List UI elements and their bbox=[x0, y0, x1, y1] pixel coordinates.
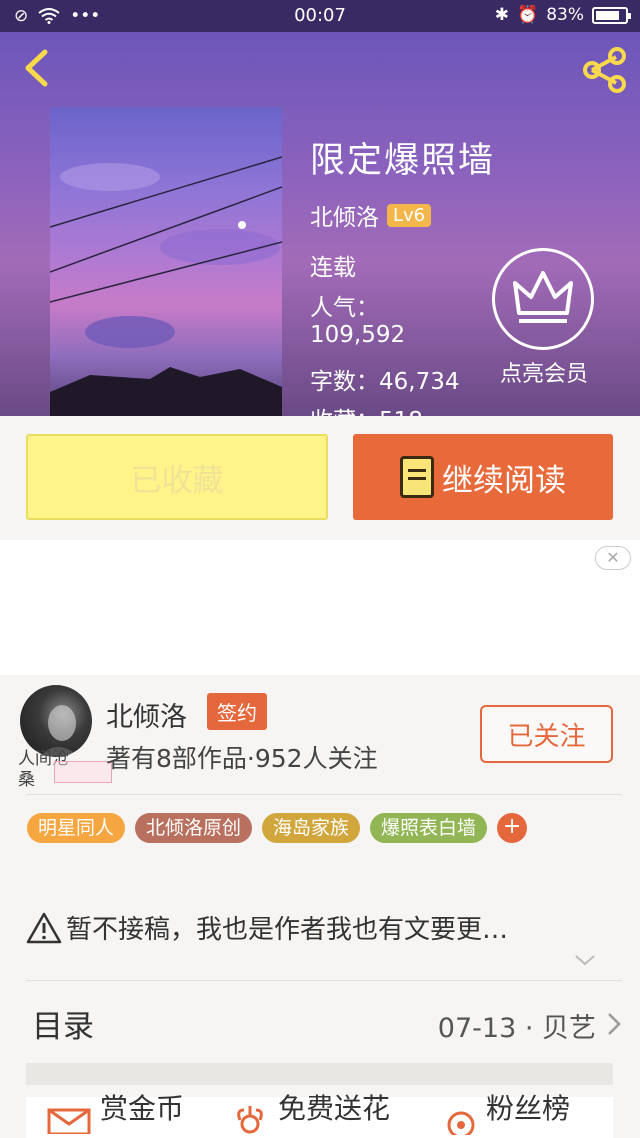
vip-label: 点亮会员 bbox=[499, 362, 588, 387]
tag-item[interactable]: 北倾洛原创 bbox=[135, 813, 253, 843]
toc-title: 目录 bbox=[32, 1009, 94, 1045]
avatar-sticker bbox=[54, 761, 112, 783]
level-badge: Lv6 bbox=[387, 203, 432, 227]
vip-button[interactable]: 点亮会员 bbox=[492, 248, 596, 388]
fans-label: 粉丝榜 bbox=[486, 1092, 571, 1125]
tag-item[interactable]: 爆照表白墙 bbox=[370, 813, 488, 843]
back-arrow-icon[interactable] bbox=[18, 48, 58, 88]
section-separator bbox=[26, 1063, 613, 1085]
action-bar: 赏金币 免费送花 粉丝榜 bbox=[26, 1092, 613, 1138]
warning-icon bbox=[26, 912, 62, 943]
crown-icon bbox=[492, 248, 594, 350]
status-bar: ⊘ ••• 00:07 ✱ ⏰ 83% bbox=[0, 0, 640, 32]
continue-reading-label: 继续阅读 bbox=[442, 462, 566, 499]
author-name[interactable]: 北倾洛 bbox=[106, 695, 187, 734]
book-cover[interactable] bbox=[50, 107, 282, 416]
flower-icon bbox=[237, 1106, 263, 1134]
popularity-value: 109,592 bbox=[310, 322, 406, 348]
tag-item[interactable]: 海岛家族 bbox=[262, 813, 361, 843]
battery-icon bbox=[592, 6, 631, 24]
ad-close-button[interactable]: ✕ bbox=[595, 546, 631, 570]
signed-badge: 签约 bbox=[207, 693, 267, 730]
tag-list: 明星同人 北倾洛原创 海岛家族 爆照表白墙 + bbox=[27, 813, 528, 843]
book-icon bbox=[400, 456, 434, 498]
reward-label: 赏金币 bbox=[100, 1092, 185, 1125]
book-author-row: 北倾洛 Lv6 bbox=[310, 198, 432, 232]
book-title: 限定爆照墙 bbox=[310, 141, 496, 181]
continue-reading-button[interactable]: 继续阅读 bbox=[353, 434, 613, 520]
add-tag-button[interactable]: + bbox=[497, 813, 528, 843]
flower-label: 免费送花 bbox=[278, 1092, 391, 1125]
author-stats: 著有8部作品·952人关注 bbox=[106, 744, 378, 773]
book-status: 连载 bbox=[310, 255, 356, 281]
ad-banner[interactable]: ✕ bbox=[0, 540, 640, 675]
follow-button[interactable]: 已关注 bbox=[480, 705, 613, 763]
popularity-label: 人气： bbox=[310, 295, 379, 321]
collected-button[interactable]: 已收藏 bbox=[26, 434, 328, 520]
divider bbox=[26, 794, 622, 795]
envelope-icon bbox=[47, 1108, 91, 1134]
notice-text: 暂不接稿，我也是作者我也有文要更… bbox=[66, 915, 509, 945]
status-icons-right: ✱ ⏰ 83% bbox=[494, 5, 631, 25]
toc-latest-chapter: 07-13 · 贝艺 bbox=[437, 1013, 596, 1044]
reward-coins-button[interactable]: 赏金币 bbox=[46, 1092, 184, 1137]
share-icon[interactable] bbox=[580, 46, 628, 94]
chevron-down-icon[interactable] bbox=[573, 953, 597, 967]
battery-percent: 83% bbox=[546, 5, 584, 25]
alarm-icon: ⏰ bbox=[517, 5, 539, 25]
word-count: 字数：46,734 bbox=[310, 369, 460, 395]
favorites-count: 收藏：518 bbox=[310, 401, 423, 416]
fans-ranking-button[interactable]: 粉丝榜 bbox=[444, 1092, 570, 1137]
table-of-contents-row[interactable]: 目录 07-13 · 贝艺 bbox=[26, 981, 622, 1061]
chevron-right-icon bbox=[608, 1013, 621, 1035]
location-pin-icon bbox=[447, 1111, 475, 1135]
bluetooth-icon: ✱ bbox=[494, 5, 510, 25]
author-notice[interactable]: 暂不接稿，我也是作者我也有文要更… bbox=[26, 909, 508, 946]
author-section: 人间沧 桑 北倾洛 签约 著有8部作品·952人关注 已关注 明星同人 北倾洛原… bbox=[0, 675, 640, 1138]
book-author[interactable]: 北倾洛 bbox=[310, 198, 379, 232]
author-avatar[interactable] bbox=[20, 685, 92, 757]
send-flower-button[interactable]: 免费送花 bbox=[230, 1092, 390, 1137]
avatar-caption: 人间沧 桑 bbox=[18, 749, 112, 791]
tag-item[interactable]: 明星同人 bbox=[27, 813, 126, 843]
book-header: 限定爆照墙 北倾洛 Lv6 连载 人气： 109,592 字数：46,734 收… bbox=[0, 32, 640, 416]
